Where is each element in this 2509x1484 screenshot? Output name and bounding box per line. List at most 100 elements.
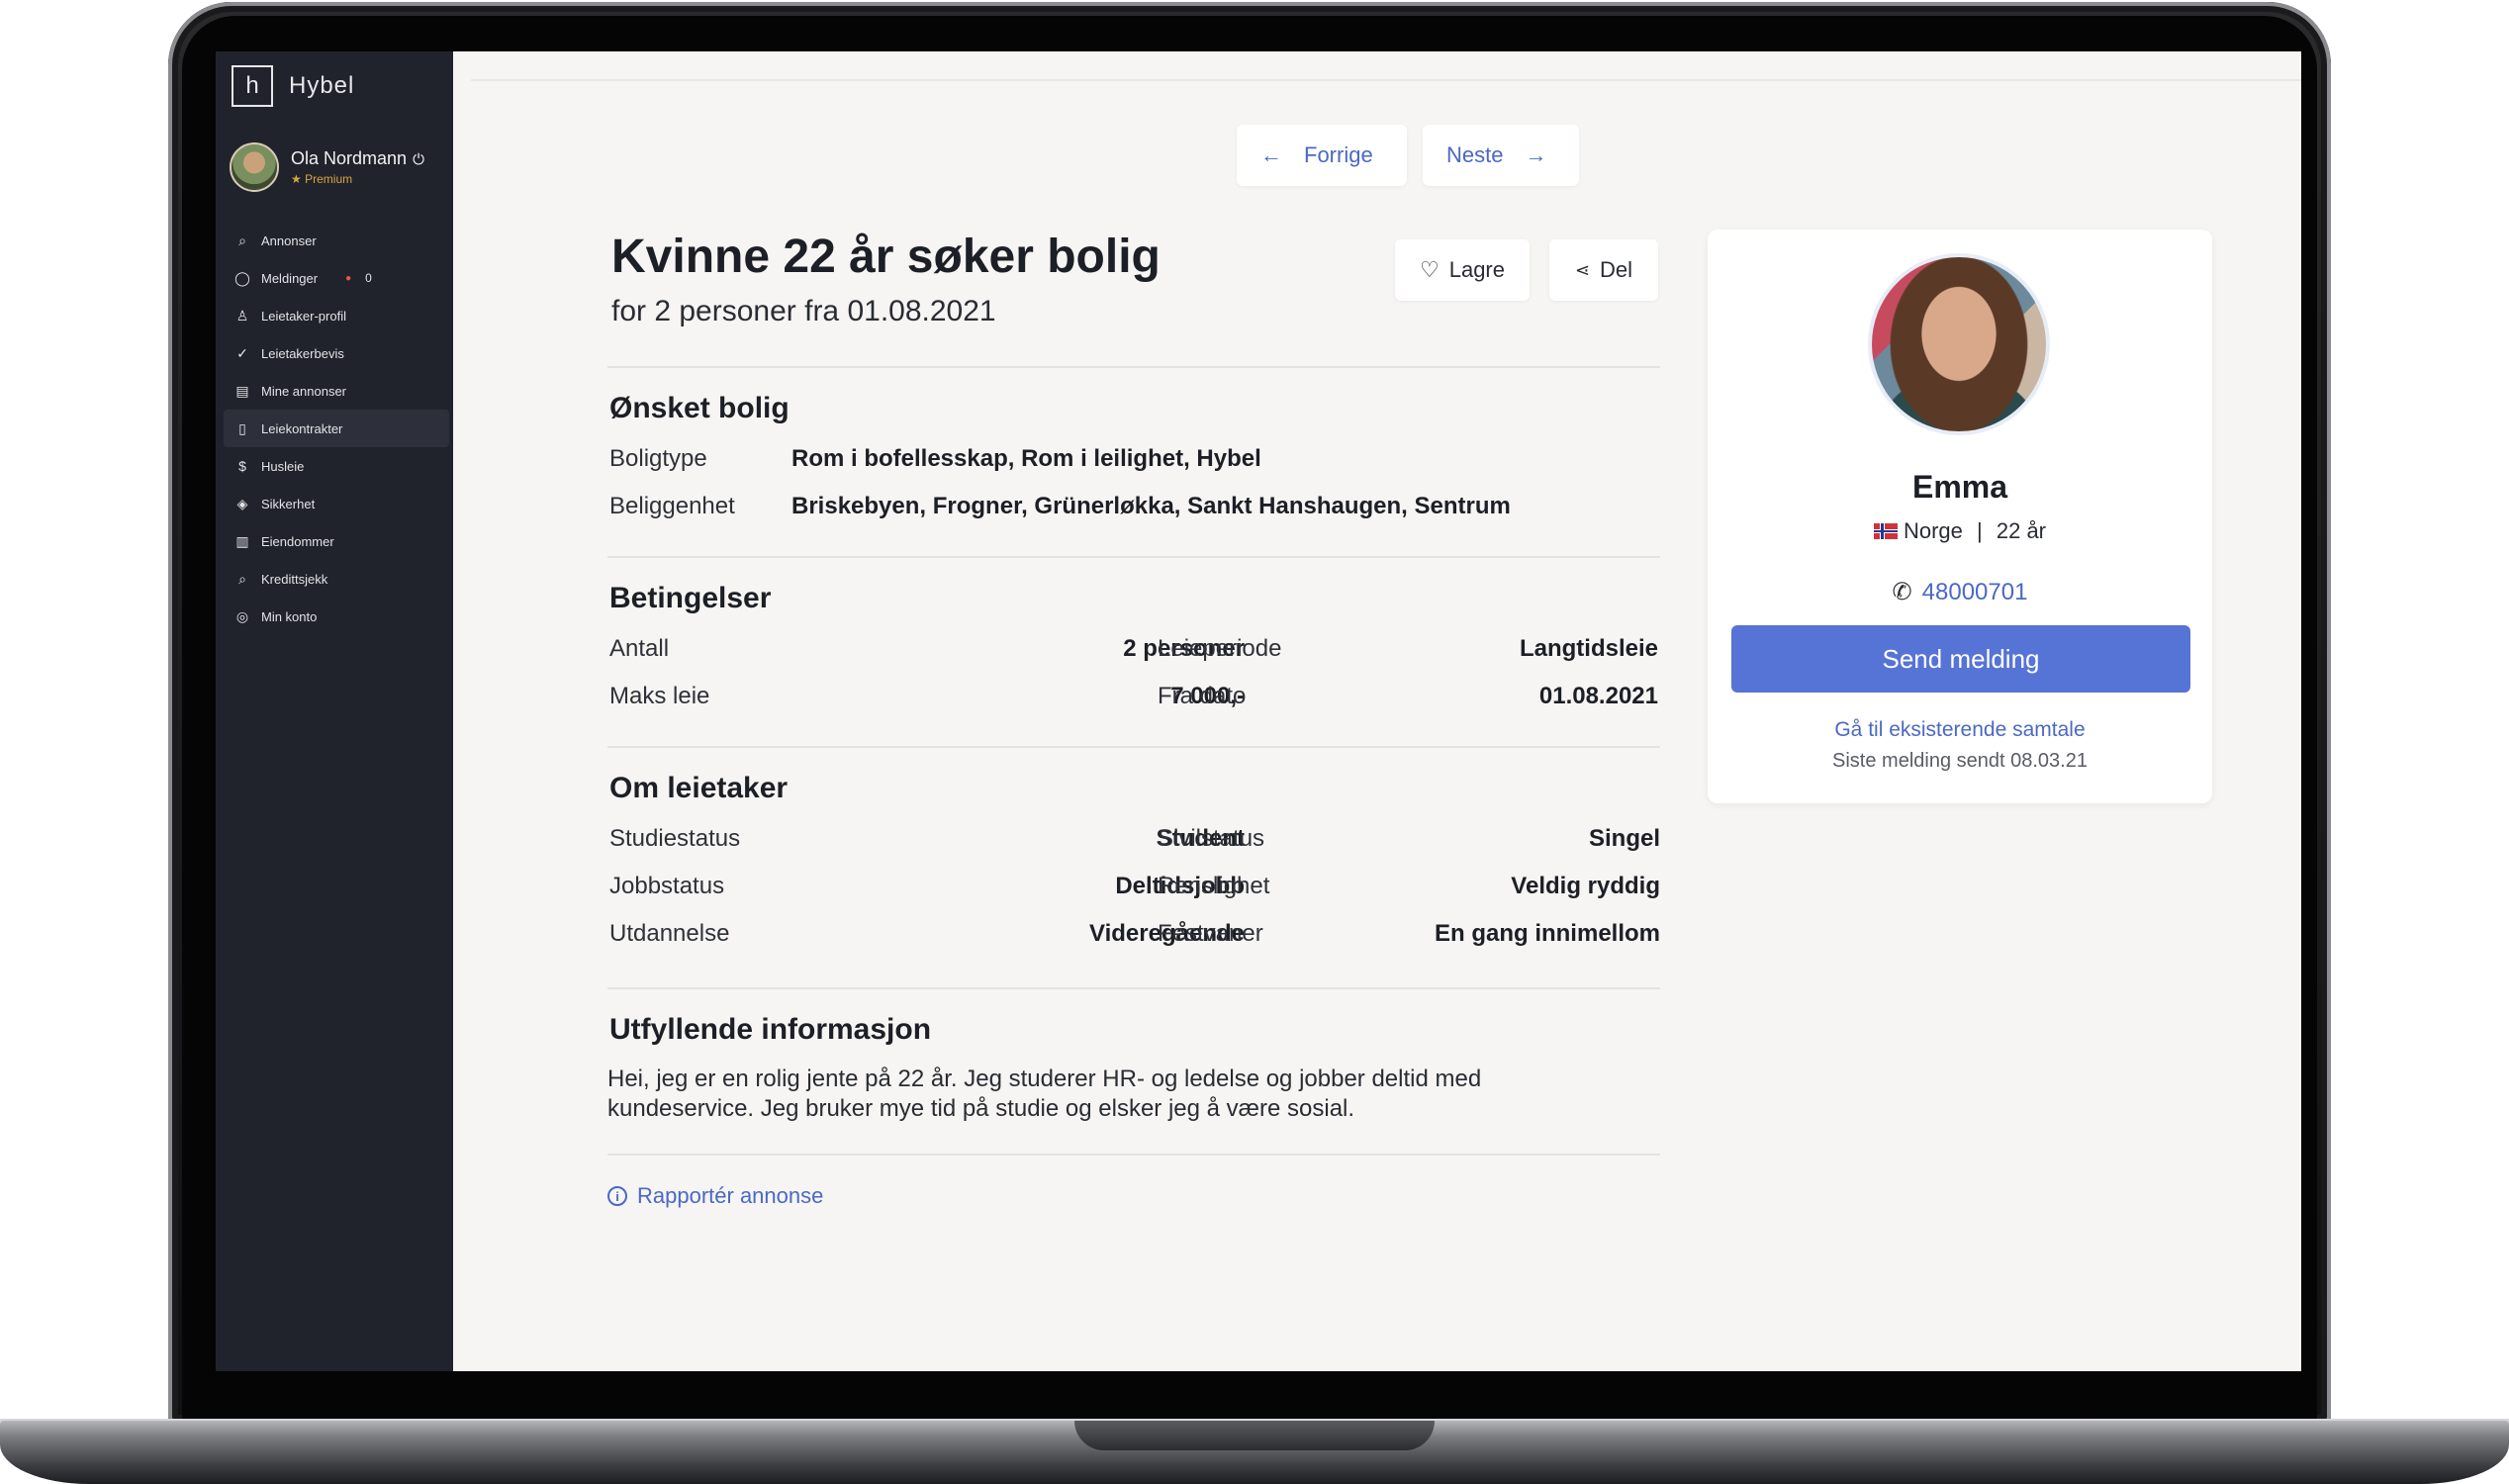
- tenant-card: Emma Norge | 22 år ✆ 48000701 Send meldin…: [1708, 230, 2212, 803]
- sidebar-item-mine-annonser[interactable]: ▤ Mine annonser: [224, 372, 449, 410]
- condition-value: 01.08.2021: [1538, 683, 1658, 709]
- sidebar-item-leiekontrakter[interactable]: ▯ Leiekontrakter: [224, 410, 449, 447]
- brand[interactable]: h Hybel: [232, 65, 354, 107]
- sidebar-item-label: Min konto: [261, 608, 318, 624]
- sidebar-item-label: Annonser: [261, 232, 317, 248]
- norway-flag-icon: [1873, 523, 1898, 539]
- report-link[interactable]: i Rapportér annonse: [607, 1183, 823, 1209]
- divider: [607, 556, 1660, 558]
- divider: [607, 366, 1660, 368]
- phone-number[interactable]: 48000701: [1922, 579, 2028, 605]
- document-icon: ▯: [238, 419, 246, 436]
- sidebar-nav: ⌕ Annonser ◯ Meldinger ● 0 ♙ Leietaker-profil…: [224, 222, 449, 635]
- tenant-label: Studiestatus: [609, 825, 741, 852]
- page-title: Kvinne 22 år søker bolig: [611, 231, 1161, 283]
- sidebar: h Hybel Ola Nordmann ⏻ ★ Premium ⌕ Annonse…: [216, 51, 453, 1371]
- info-icon: i: [607, 1186, 627, 1206]
- send-message-button[interactable]: Send melding: [1731, 625, 2190, 693]
- previous-button[interactable]: ← Forrige: [1237, 125, 1407, 186]
- housing-type-value: Rom i bofellesskap, Rom i leilighet, Hyb…: [791, 445, 1261, 472]
- arrow-left-icon: ←: [1260, 142, 1282, 167]
- avatar: [230, 142, 279, 192]
- sidebar-item-label: Kredittsjekk: [261, 571, 328, 587]
- phone-icon: ✆: [1892, 579, 1912, 605]
- dollar-icon: $: [238, 458, 246, 474]
- tenant-meta: Norge | 22 år: [1708, 518, 2212, 544]
- condition-label: Leieperiode: [1158, 635, 1282, 662]
- report-label: Rapportér annonse: [637, 1183, 824, 1208]
- user-name-row: Ola Nordmann ⏻: [291, 148, 424, 169]
- user-icon: ♙: [235, 307, 249, 324]
- location-value: Briskebyen, Frogner, Grünerløkka, Sankt …: [791, 493, 1511, 519]
- sidebar-item-min-konto[interactable]: ◎ Min konto: [224, 598, 449, 635]
- sidebar-item-annonser[interactable]: ⌕ Annonser: [224, 222, 449, 259]
- sidebar-item-label: Meldinger: [261, 270, 319, 286]
- section-heading-info: Utfyllende informasjon: [609, 1013, 932, 1046]
- power-icon[interactable]: ⏻: [413, 151, 424, 168]
- existing-conversation-link[interactable]: Gå til eksisterende samtale: [1708, 718, 2212, 742]
- star-icon: ★: [291, 172, 302, 186]
- magnifier-icon: ⌕: [238, 570, 246, 587]
- share-label: Del: [1600, 257, 1633, 282]
- user-name: Ola Nordmann: [291, 148, 408, 168]
- condition-label: Fra dato: [1158, 683, 1247, 709]
- premium-label: Premium: [305, 172, 353, 186]
- sidebar-item-label: Sikkerhet: [261, 496, 316, 511]
- tenant-age: 22 år: [1996, 518, 2047, 543]
- next-label: Neste: [1446, 142, 1504, 167]
- housing-type-label: Boligtype: [609, 445, 707, 472]
- tenant-value: En gang innimellom: [1434, 920, 1660, 947]
- previous-label: Forrige: [1304, 142, 1373, 167]
- tenant-label: Jobbstatus: [609, 873, 725, 899]
- page-subtitle: for 2 personer fra 01.08.2021: [611, 295, 996, 327]
- tenant-label: Sivilstatus: [1158, 825, 1265, 852]
- heart-icon: ♡: [1419, 257, 1440, 282]
- sidebar-item-eiendommer[interactable]: ▥ Eiendommer: [224, 522, 449, 560]
- last-message-note: Siste melding sendt 08.03.21: [1832, 750, 2088, 772]
- condition-label: Antall: [609, 635, 670, 662]
- next-button[interactable]: Neste →: [1423, 125, 1579, 186]
- list-icon: ▤: [235, 382, 249, 399]
- sidebar-item-label: Leietaker-profil: [261, 308, 346, 324]
- sidebar-item-sikkerhet[interactable]: ◈ Sikkerhet: [224, 485, 449, 522]
- tenant-label: Festvaner: [1158, 920, 1263, 947]
- tenant-value: Veldig ryddig: [1511, 873, 1660, 899]
- save-label: Lagre: [1448, 257, 1505, 282]
- tenant-name: Emma: [1911, 469, 2008, 505]
- hybel-logo-icon: h: [232, 65, 273, 107]
- building-icon: ▥: [235, 532, 249, 549]
- tenant-label: Utdannelse: [609, 920, 730, 947]
- tenant-label: Renslighet: [1158, 873, 1270, 899]
- share-button[interactable]: ⋖ Del: [1549, 239, 1658, 301]
- sidebar-item-meldinger[interactable]: ◯ Meldinger ● 0: [224, 259, 449, 297]
- divider: [607, 1154, 1660, 1156]
- sidebar-item-leietaker-profil[interactable]: ♙ Leietaker-profil: [224, 297, 449, 334]
- phone-row[interactable]: ✆ 48000701: [1708, 578, 2212, 606]
- laptop-frame: h Hybel Ola Nordmann ⏻ ★ Premium ⌕ Annonse…: [0, 0, 2509, 1484]
- location-label: Beliggenhet: [609, 493, 735, 519]
- shield-icon: ◈: [236, 495, 248, 511]
- screen: h Hybel Ola Nordmann ⏻ ★ Premium ⌕ Annonse…: [216, 51, 2301, 1371]
- info-text: Hei, jeg er en rolig jente på 22 år. Jeg…: [607, 1066, 1482, 1122]
- divider: [607, 987, 1660, 989]
- condition-label: Maks leie: [609, 683, 710, 709]
- sidebar-item-kredittsjekk[interactable]: ⌕ Kredittsjekk: [224, 560, 449, 598]
- divider: [607, 746, 1660, 748]
- share-icon: ⋖: [1574, 259, 1591, 280]
- top-divider: [471, 79, 2301, 81]
- save-button[interactable]: ♡ Lagre: [1395, 239, 1530, 301]
- search-icon: ⌕: [238, 232, 246, 248]
- brand-name: Hybel: [289, 72, 355, 99]
- arrow-right-icon: →: [1525, 142, 1547, 167]
- unread-dot-icon: ●: [345, 272, 352, 284]
- section-heading-conditions: Betingelser: [609, 582, 772, 614]
- sidebar-item-label: Leiekontrakter: [261, 420, 343, 436]
- section-heading-tenant: Om leietaker: [609, 772, 789, 804]
- sidebar-item-husleie[interactable]: $ Husleie: [224, 447, 449, 485]
- sidebar-item-leietakerbevis[interactable]: ✓ Leietakerbevis: [224, 334, 449, 372]
- sidebar-item-label: Mine annonser: [261, 383, 346, 399]
- tenant-country: Norge: [1903, 518, 1963, 543]
- user-profile[interactable]: Ola Nordmann ⏻ ★ Premium: [230, 142, 424, 192]
- sidebar-item-label: Eiendommer: [261, 533, 334, 549]
- account-icon: ◎: [235, 607, 249, 624]
